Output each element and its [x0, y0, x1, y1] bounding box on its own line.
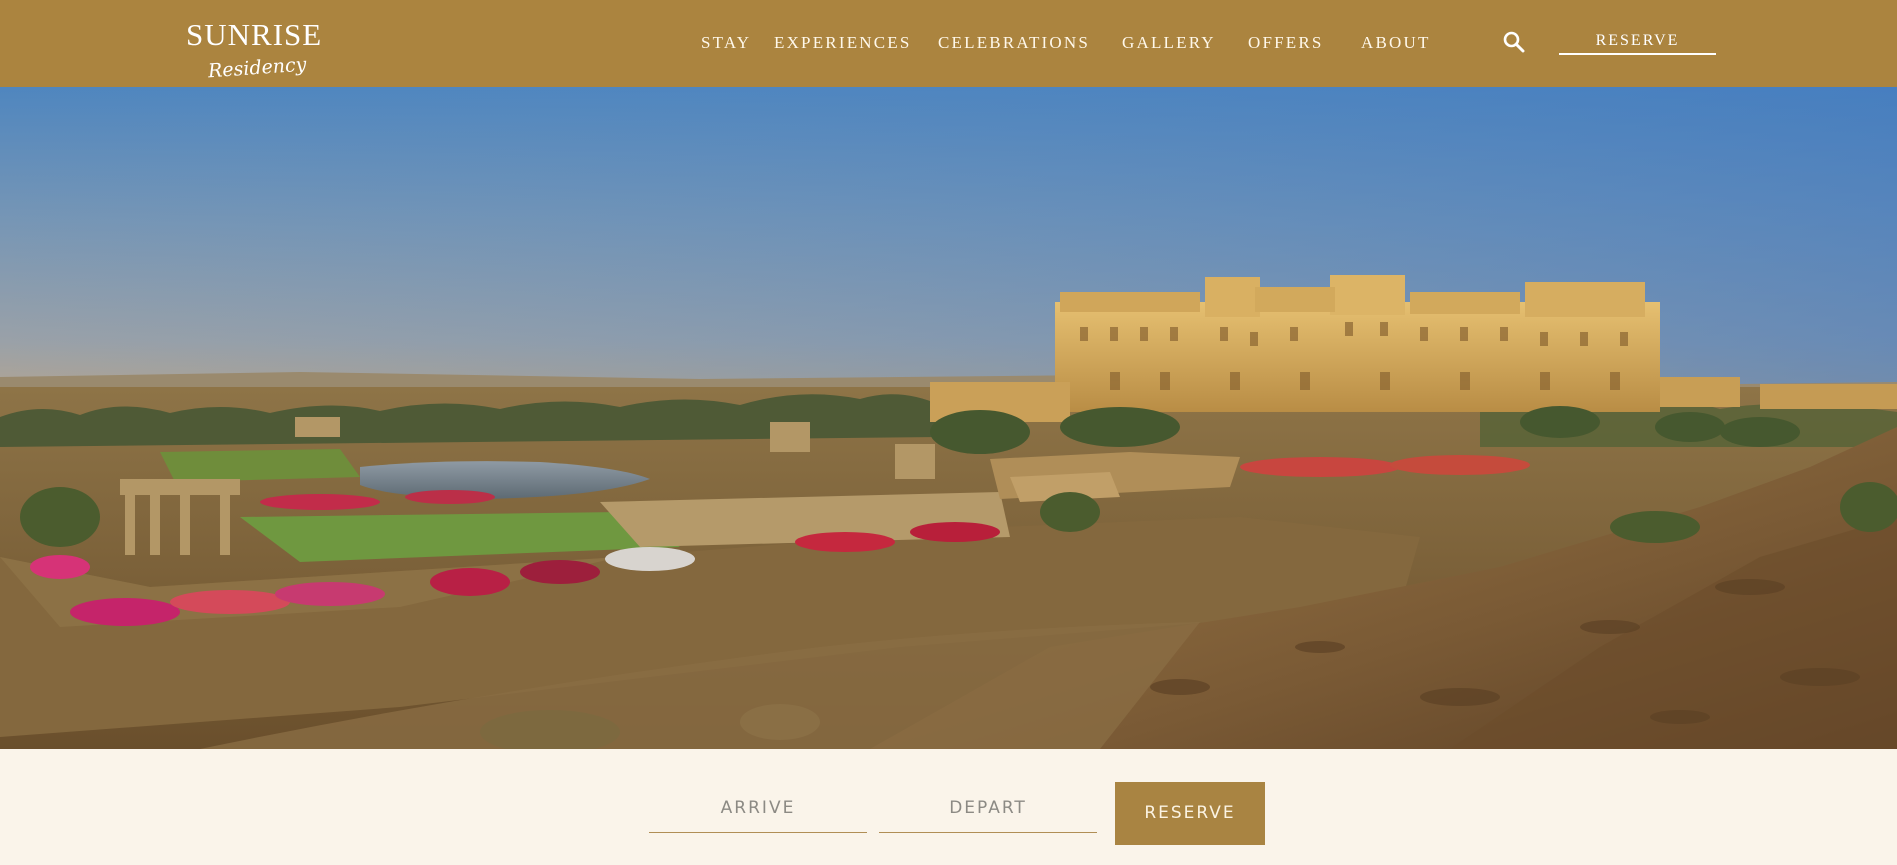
search-icon[interactable] [1502, 30, 1526, 54]
nav-item-stay[interactable]: STAY [701, 33, 751, 53]
logo-subtitle: Residency [207, 53, 308, 83]
arrive-date-field[interactable]: ARRIVE [649, 783, 867, 833]
nav-item-offers[interactable]: OFFERS [1248, 33, 1324, 53]
hero-image [0, 87, 1897, 749]
booking-reserve-button[interactable]: RESERVE [1115, 782, 1265, 845]
logo-title: SUNRISE [186, 17, 323, 52]
booking-bar: ARRIVE DEPART RESERVE [0, 749, 1897, 865]
nav-item-celebrations[interactable]: CELEBRATIONS [938, 33, 1090, 53]
nav-item-gallery[interactable]: GALLERY [1122, 33, 1216, 53]
nav-item-experiences[interactable]: EXPERIENCES [774, 33, 912, 53]
depart-date-field[interactable]: DEPART [879, 783, 1097, 833]
header-reserve-button[interactable]: RESERVE [1559, 27, 1716, 55]
site-header: SUNRISE Residency STAY EXPERIENCES CELEB… [0, 0, 1897, 87]
site-logo[interactable]: SUNRISE Residency [186, 18, 336, 84]
nav-item-about[interactable]: ABOUT [1361, 33, 1431, 53]
desert-palace-panorama [0, 87, 1897, 749]
